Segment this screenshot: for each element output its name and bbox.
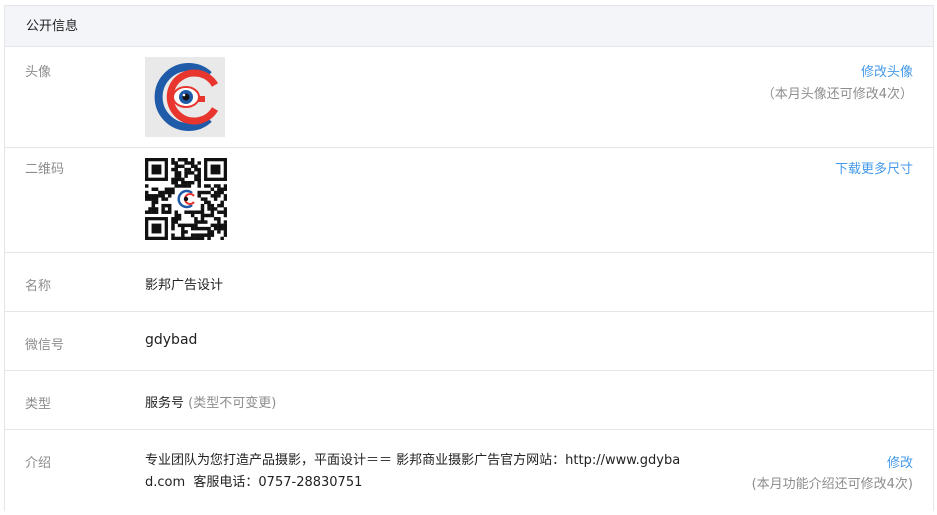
panel-title: 公开信息: [5, 6, 933, 47]
intro-label: 介绍: [25, 456, 52, 471]
qrcode-icon: [145, 158, 228, 241]
change-avatar-link[interactable]: 修改头像: [861, 61, 913, 80]
wechat-id-value: gdybad: [145, 332, 198, 348]
wechat-id-label: 微信号: [25, 338, 65, 353]
name-row: 名称 影邦广告设计: [5, 253, 933, 312]
qrcode-label: 二维码: [25, 162, 65, 177]
download-more-sizes-link[interactable]: 下载更多尺寸: [835, 158, 913, 177]
avatar-label: 头像: [25, 65, 52, 80]
edit-intro-link[interactable]: 修改: [887, 452, 913, 471]
intro-line-2: d.com 客服电话：0757-28830751: [145, 475, 363, 490]
avatar-row: 头像 修改头像 （本月头像还可修改4次）: [5, 47, 933, 148]
intro-quota-note: (本月功能介绍还可修改4次): [751, 477, 913, 492]
brand-logo-icon: [154, 63, 219, 131]
qrcode-image: [145, 158, 228, 241]
name-label: 名称: [25, 279, 52, 294]
wechat-id-row: 微信号 gdybad: [5, 312, 933, 371]
public-info-panel: 公开信息 头像 修改头像 （本月头像还可修改4次） 二维码 下载更多尺寸 名称 …: [4, 5, 934, 511]
qrcode-row: 二维码 下载更多尺寸: [5, 148, 933, 253]
avatar-quota-note: （本月头像还可修改4次）: [761, 87, 913, 102]
account-type: 服务号: [145, 396, 185, 411]
type-row: 类型 服务号 (类型不可变更): [5, 371, 933, 430]
intro-text: 专业团队为您打造产品摄影，平面设计＝＝ 影邦商业摄影广告官方网站：http://…: [145, 450, 725, 494]
type-label: 类型: [25, 397, 52, 412]
type-note: (类型不可变更): [188, 396, 277, 411]
intro-row: 介绍 专业团队为您打造产品摄影，平面设计＝＝ 影邦商业摄影广告官方网站：http…: [5, 430, 933, 511]
avatar: [145, 57, 225, 137]
account-name: 影邦广告设计: [145, 278, 224, 293]
type-value-wrap: 服务号 (类型不可变更): [145, 392, 276, 411]
intro-line-1: 专业团队为您打造产品摄影，平面设计＝＝ 影邦商业摄影广告官方网站：http://…: [145, 453, 681, 468]
